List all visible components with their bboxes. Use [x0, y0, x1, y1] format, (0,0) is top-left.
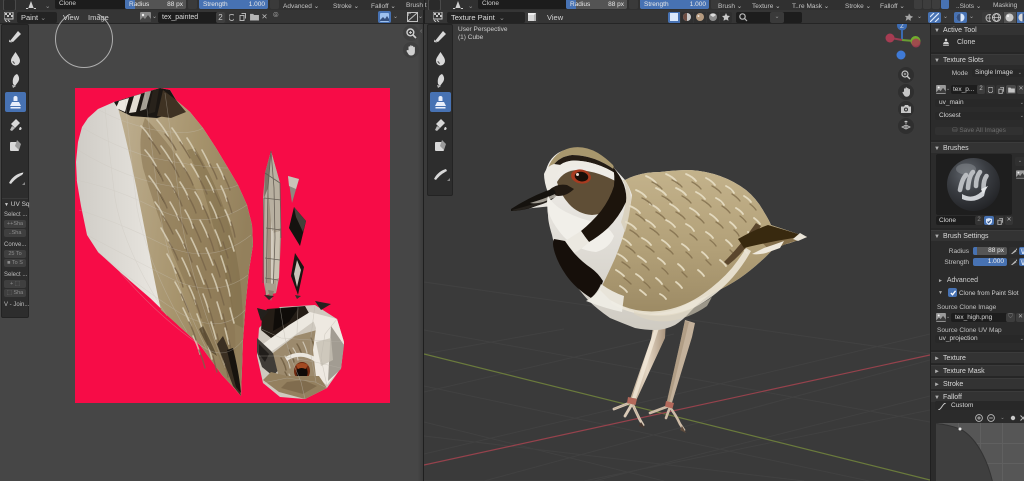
svg-text:Z: Z: [900, 24, 904, 30]
